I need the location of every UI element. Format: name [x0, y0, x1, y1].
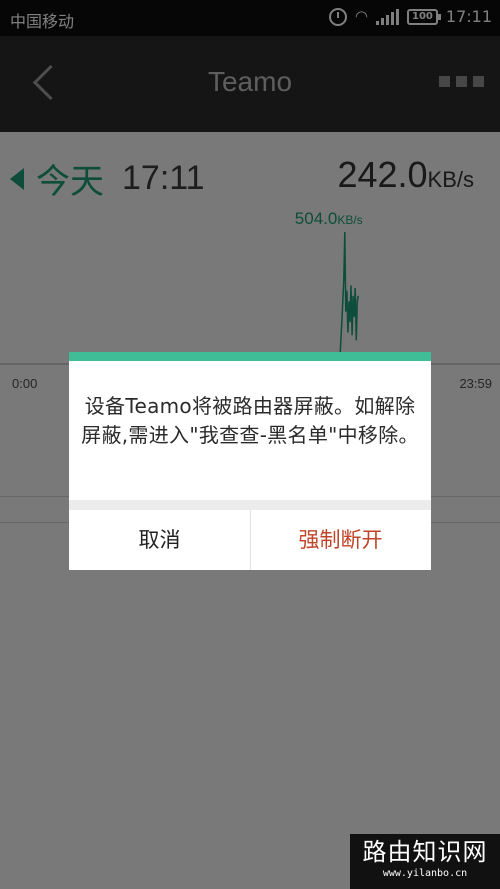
- force-disconnect-button[interactable]: 强制断开: [250, 510, 431, 570]
- dialog-message: 设备Teamo将被路由器屏蔽。如解除屏蔽,需进入"我查查-黑名单"中移除。: [81, 394, 419, 447]
- block-confirm-dialog: 设备Teamo将被路由器屏蔽。如解除屏蔽,需进入"我查查-黑名单"中移除。 取消…: [69, 352, 431, 570]
- cancel-button[interactable]: 取消: [69, 510, 250, 570]
- watermark: 路由知识网 www.yilanbo.cn: [350, 834, 500, 889]
- watermark-title: 路由知识网: [362, 838, 488, 866]
- watermark-url: www.yilanbo.cn: [382, 868, 468, 879]
- dialog-accent-bar: [69, 352, 431, 361]
- dialog-divider: [69, 500, 431, 510]
